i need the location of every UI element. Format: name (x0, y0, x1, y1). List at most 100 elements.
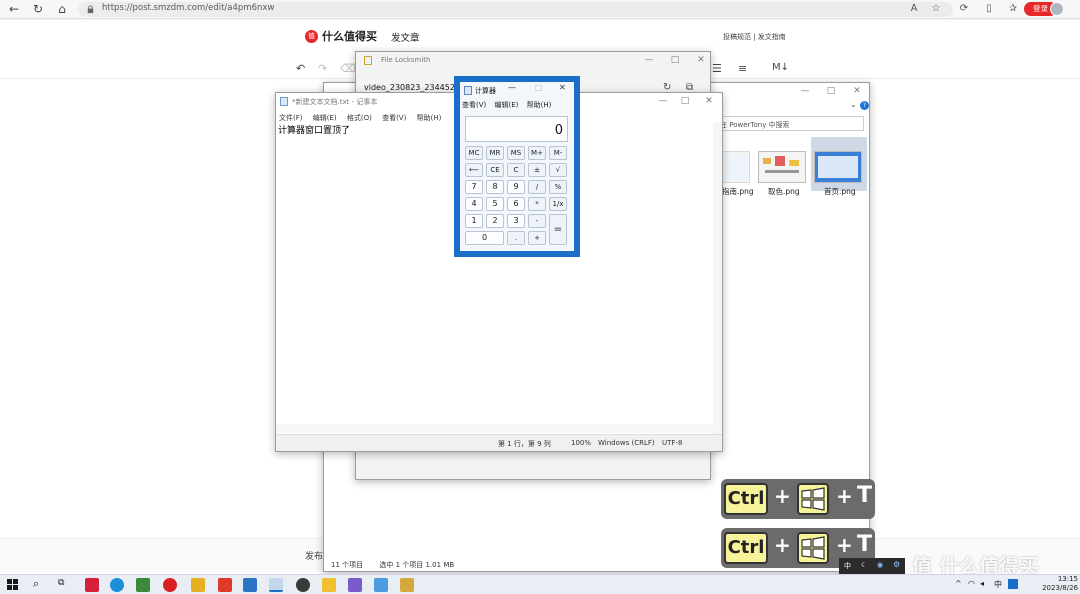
settings-gear-icon[interactable]: ⚙ (893, 560, 900, 569)
key-sqrt[interactable]: √ (549, 163, 567, 177)
key-0[interactable]: 0 (465, 231, 504, 245)
key-multiply[interactable]: * (528, 197, 546, 211)
volume-icon[interactable]: ◂ (980, 579, 984, 588)
key-equals[interactable]: = (549, 214, 567, 245)
undo-icon[interactable]: ↶ (296, 62, 305, 75)
key-mr[interactable]: MR (486, 146, 504, 160)
maximize-icon[interactable]: □ (535, 83, 543, 92)
key-ms[interactable]: MS (507, 146, 525, 160)
site-logo-icon[interactable]: 值 (305, 30, 318, 43)
eraser-icon[interactable]: ⌫ (340, 62, 356, 75)
read-aloud-icon[interactable]: A (908, 3, 920, 15)
key-1[interactable]: 1 (465, 214, 483, 228)
key-mc[interactable]: MC (465, 146, 483, 160)
explorer-search-input[interactable]: 在 PowerTony 中搜索 (716, 116, 864, 131)
file-explorer-icon[interactable] (322, 578, 336, 592)
horizontal-scrollbar[interactable] (276, 424, 714, 433)
minimize-icon[interactable]: — (508, 83, 516, 92)
clock[interactable]: 13:15 2023/8/26 (1028, 575, 1078, 593)
app-icon[interactable] (296, 578, 310, 592)
acrobat-icon[interactable] (85, 578, 99, 592)
key-mplus[interactable]: M+ (528, 146, 546, 160)
netease-music-icon[interactable] (163, 578, 177, 592)
tray-app-icon[interactable]: ◉ (877, 561, 883, 569)
favorite-star-icon[interactable]: ☆ (930, 3, 942, 15)
menu-format[interactable]: 格式(O) (347, 114, 372, 122)
photos-icon[interactable] (243, 578, 257, 592)
notepad-editor-text[interactable]: 计算器窗口置顶了 (278, 123, 350, 136)
key-8[interactable]: 8 (486, 180, 504, 194)
file-locksmith-icon[interactable] (400, 578, 414, 592)
refresh-icon[interactable]: ↻ (30, 2, 46, 17)
wifi-icon[interactable]: ◠ (968, 579, 975, 588)
key-5[interactable]: 5 (486, 197, 504, 211)
close-icon[interactable]: ✕ (690, 52, 710, 68)
key-7[interactable]: 7 (465, 180, 483, 194)
maximize-icon[interactable]: □ (674, 93, 696, 109)
minimize-icon[interactable]: — (794, 83, 816, 99)
tray-chevron-icon[interactable]: ^ (955, 579, 962, 588)
wps-icon[interactable] (218, 578, 232, 592)
windows-start-icon[interactable] (7, 579, 18, 590)
menu-edit[interactable]: 编辑(E) (313, 114, 337, 122)
redo-icon[interactable]: ↷ (318, 62, 327, 75)
key-3[interactable]: 3 (507, 214, 525, 228)
key-percent[interactable]: % (549, 180, 567, 194)
expand-ribbon-icon[interactable]: ⌄ (850, 100, 857, 109)
menu-edit[interactable]: 编辑(E) (495, 101, 519, 109)
back-icon[interactable]: ← (6, 2, 22, 17)
key-2[interactable]: 2 (486, 214, 504, 228)
moon-icon[interactable]: ☾ (861, 561, 867, 569)
markdown-toggle[interactable]: M↓ (772, 62, 789, 73)
menu-view[interactable]: 查看(V) (462, 101, 486, 109)
tray-app-icon[interactable] (1008, 579, 1018, 589)
calculator-taskbar-icon[interactable] (374, 578, 388, 592)
help-icon[interactable]: ? (860, 101, 869, 110)
site-name[interactable]: 什么值得买 (322, 28, 377, 44)
key-backspace[interactable]: ⟵ (465, 163, 483, 177)
home-icon[interactable]: ⌂ (54, 2, 70, 17)
profile-avatar[interactable] (1050, 2, 1064, 16)
list-icon[interactable]: ≡ (738, 62, 747, 75)
favorites-icon[interactable]: ✰ (1007, 3, 1019, 15)
key-add[interactable]: + (528, 231, 546, 245)
image-app-icon[interactable] (348, 578, 362, 592)
minimize-icon[interactable]: — (638, 52, 660, 68)
header-links[interactable]: 投稿规范 | 发文指南 (723, 32, 786, 42)
ime-indicator[interactable]: 中 (844, 561, 851, 571)
vertical-scrollbar[interactable] (713, 123, 722, 435)
key-subtract[interactable]: - (528, 214, 546, 228)
chart-app-icon[interactable] (191, 578, 205, 592)
ime-indicator[interactable]: 中 (994, 579, 1002, 590)
key-c[interactable]: C (507, 163, 525, 177)
thumbnail-home[interactable] (814, 151, 862, 183)
close-icon[interactable]: ✕ (559, 83, 566, 92)
app-grid-icon[interactable] (136, 578, 150, 592)
thumbnail-color[interactable] (758, 151, 806, 183)
lock-icon[interactable] (86, 5, 95, 14)
menu-file[interactable]: 文件(F) (279, 114, 303, 122)
menu-help[interactable]: 帮助(H) (417, 114, 442, 122)
locksmith-titlebar[interactable]: File Locksmith — □ ✕ (356, 52, 710, 70)
search-icon[interactable]: ⌕ (33, 577, 39, 591)
close-icon[interactable]: ✕ (846, 83, 868, 99)
key-6[interactable]: 6 (507, 197, 525, 211)
key-9[interactable]: 9 (507, 180, 525, 194)
maximize-icon[interactable]: □ (820, 83, 842, 99)
key-4[interactable]: 4 (465, 197, 483, 211)
split-screen-icon[interactable]: ▯ (983, 3, 995, 15)
notepad-taskbar-icon[interactable] (269, 578, 283, 592)
close-icon[interactable]: ✕ (698, 93, 720, 109)
align-icon[interactable]: ☰ (712, 62, 722, 75)
key-mminus[interactable]: M- (549, 146, 567, 160)
task-view-icon[interactable]: ⧉ (58, 578, 64, 588)
key-divide[interactable]: / (528, 180, 546, 194)
key-ce[interactable]: CE (486, 163, 504, 177)
key-decimal[interactable]: . (507, 231, 525, 245)
address-bar[interactable]: https://post.smzdm.com/edit/a4pm6nxw (78, 2, 953, 17)
extensions-icon[interactable]: ⟳ (958, 3, 970, 15)
menu-view[interactable]: 查看(V) (382, 114, 406, 122)
key-reciprocal[interactable]: 1/x (549, 197, 567, 211)
minimize-icon[interactable]: — (652, 93, 674, 109)
edge-icon[interactable] (110, 578, 124, 592)
